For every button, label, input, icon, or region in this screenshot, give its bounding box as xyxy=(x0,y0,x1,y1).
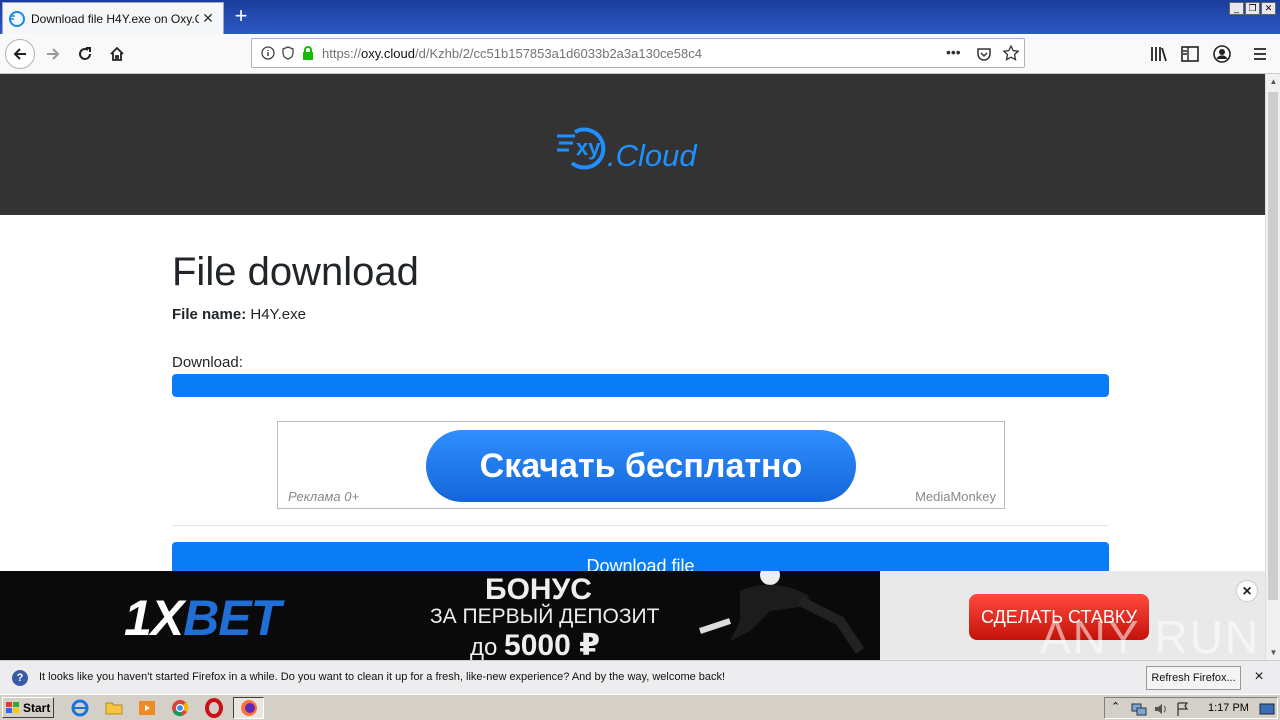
clock: 1:17 PM xyxy=(1208,702,1249,714)
download-progress-bar xyxy=(172,374,1109,397)
media-player-icon[interactable] xyxy=(137,698,157,718)
banner-bonus-line1: БОНУС xyxy=(485,573,592,606)
browser-tab[interactable]: Download file H4Y.exe on Oxy.Cloud ✕ xyxy=(2,2,224,34)
tracking-shield-icon[interactable] xyxy=(281,46,295,60)
folder-icon[interactable] xyxy=(104,698,124,718)
logo-mark-text: xy xyxy=(576,135,601,160)
ad-source: MediaMonkey xyxy=(915,489,996,504)
new-tab-button[interactable]: + xyxy=(230,5,252,27)
site-header: xy .Cloud xyxy=(0,74,1265,215)
firefox-icon xyxy=(241,700,257,716)
taskbar: Start ⌃ 1:17 PM xyxy=(0,694,1280,720)
oxy-cloud-logo[interactable]: xy .Cloud xyxy=(555,126,715,174)
home-button[interactable] xyxy=(102,39,132,69)
action-center-flag-icon[interactable] xyxy=(1175,701,1191,717)
tab-strip: Download file H4Y.exe on Oxy.Cloud ✕ + _… xyxy=(0,0,1280,34)
page-actions-icon[interactable]: ••• xyxy=(946,44,961,60)
banner-bonus-line2: ЗА ПЕРВЫЙ ДЕПОЗИТ xyxy=(430,605,660,628)
tab-title: Download file H4Y.exe on Oxy.Cloud xyxy=(31,11,199,26)
internet-explorer-icon[interactable] xyxy=(70,698,90,718)
windows-logo-icon xyxy=(6,701,19,713)
vertical-scrollbar[interactable]: ▲ ▼ xyxy=(1265,74,1280,660)
download-label: Download: xyxy=(172,354,243,371)
chrome-icon[interactable] xyxy=(170,698,190,718)
football-player-image xyxy=(699,571,865,654)
notification-close-button[interactable]: × xyxy=(1251,668,1267,686)
divider xyxy=(172,525,1109,526)
arrow-left-icon xyxy=(13,48,26,60)
volume-icon[interactable] xyxy=(1153,701,1169,717)
banner-close-button[interactable]: × xyxy=(1236,580,1258,602)
url-bar[interactable]: https://oxy.cloud/d/Kzhb/2/cc51b157853a1… xyxy=(251,38,1025,68)
question-icon: ? xyxy=(12,670,28,686)
firefox-taskbar-button[interactable] xyxy=(233,697,264,719)
close-window-icon[interactable]: ✕ xyxy=(1261,2,1276,15)
show-desktop-icon[interactable] xyxy=(1259,701,1275,717)
hamburger-menu-icon[interactable] xyxy=(1253,47,1267,61)
scroll-up-icon[interactable]: ▲ xyxy=(1266,74,1280,89)
notification-bar: ? It looks like you haven't started Fire… xyxy=(0,660,1280,694)
tray-expand-icon[interactable]: ⌃ xyxy=(1111,700,1120,713)
nav-bar: https://oxy.cloud/d/Kzhb/2/cc51b157853a1… xyxy=(0,34,1280,74)
file-name-value: H4Y.exe xyxy=(250,306,306,323)
forward-button[interactable] xyxy=(38,39,68,69)
reload-button[interactable] xyxy=(70,39,100,69)
account-icon[interactable] xyxy=(1213,45,1231,63)
lock-icon xyxy=(303,46,313,60)
ad-box[interactable]: Скачать бесплатно Реклама 0+ MediaMonkey xyxy=(277,421,1005,509)
scroll-down-icon[interactable]: ▼ xyxy=(1266,645,1280,660)
refresh-firefox-button[interactable]: Refresh Firefox... xyxy=(1146,666,1241,690)
arrow-right-icon xyxy=(47,48,60,60)
watermark: ANY RUN xyxy=(1040,611,1261,663)
ad-download-free-button[interactable]: Скачать бесплатно xyxy=(426,430,856,502)
bookmark-star-icon[interactable] xyxy=(1003,45,1019,61)
start-button[interactable]: Start xyxy=(2,697,54,718)
notification-text: It looks like you haven't started Firefo… xyxy=(39,671,726,683)
minimize-icon[interactable]: _ xyxy=(1229,2,1244,15)
network-icon[interactable] xyxy=(1131,701,1147,717)
home-icon xyxy=(110,46,124,61)
url-text: https://oxy.cloud/d/Kzhb/2/cc51b157853a1… xyxy=(322,46,702,61)
screen: Download file H4Y.exe on Oxy.Cloud ✕ + _… xyxy=(0,0,1280,720)
progress-fill xyxy=(172,374,1109,397)
file-name-label: File name: xyxy=(172,306,247,323)
reload-icon xyxy=(79,47,91,60)
page-title: File download xyxy=(172,250,419,294)
banner-bonus-line3: до 5000 ₽ xyxy=(470,629,600,660)
info-icon[interactable] xyxy=(261,46,275,60)
back-button[interactable] xyxy=(5,39,35,69)
logo-text: .Cloud xyxy=(607,138,697,173)
opera-icon[interactable] xyxy=(204,698,224,718)
library-icon[interactable] xyxy=(1150,46,1168,62)
tab-close-icon[interactable]: ✕ xyxy=(201,11,215,25)
oxy-favicon-icon xyxy=(9,10,25,27)
scroll-thumb[interactable] xyxy=(1268,92,1278,600)
sidebar-icon[interactable] xyxy=(1181,46,1199,62)
file-name-row: File name: H4Y.exe xyxy=(172,306,306,323)
pocket-icon[interactable] xyxy=(976,46,992,62)
ad-label: Реклама 0+ xyxy=(288,489,360,504)
restore-icon[interactable]: ❐ xyxy=(1245,2,1260,15)
banner-brand: 1XBET xyxy=(124,590,281,646)
system-tray: ⌃ xyxy=(1104,697,1278,719)
